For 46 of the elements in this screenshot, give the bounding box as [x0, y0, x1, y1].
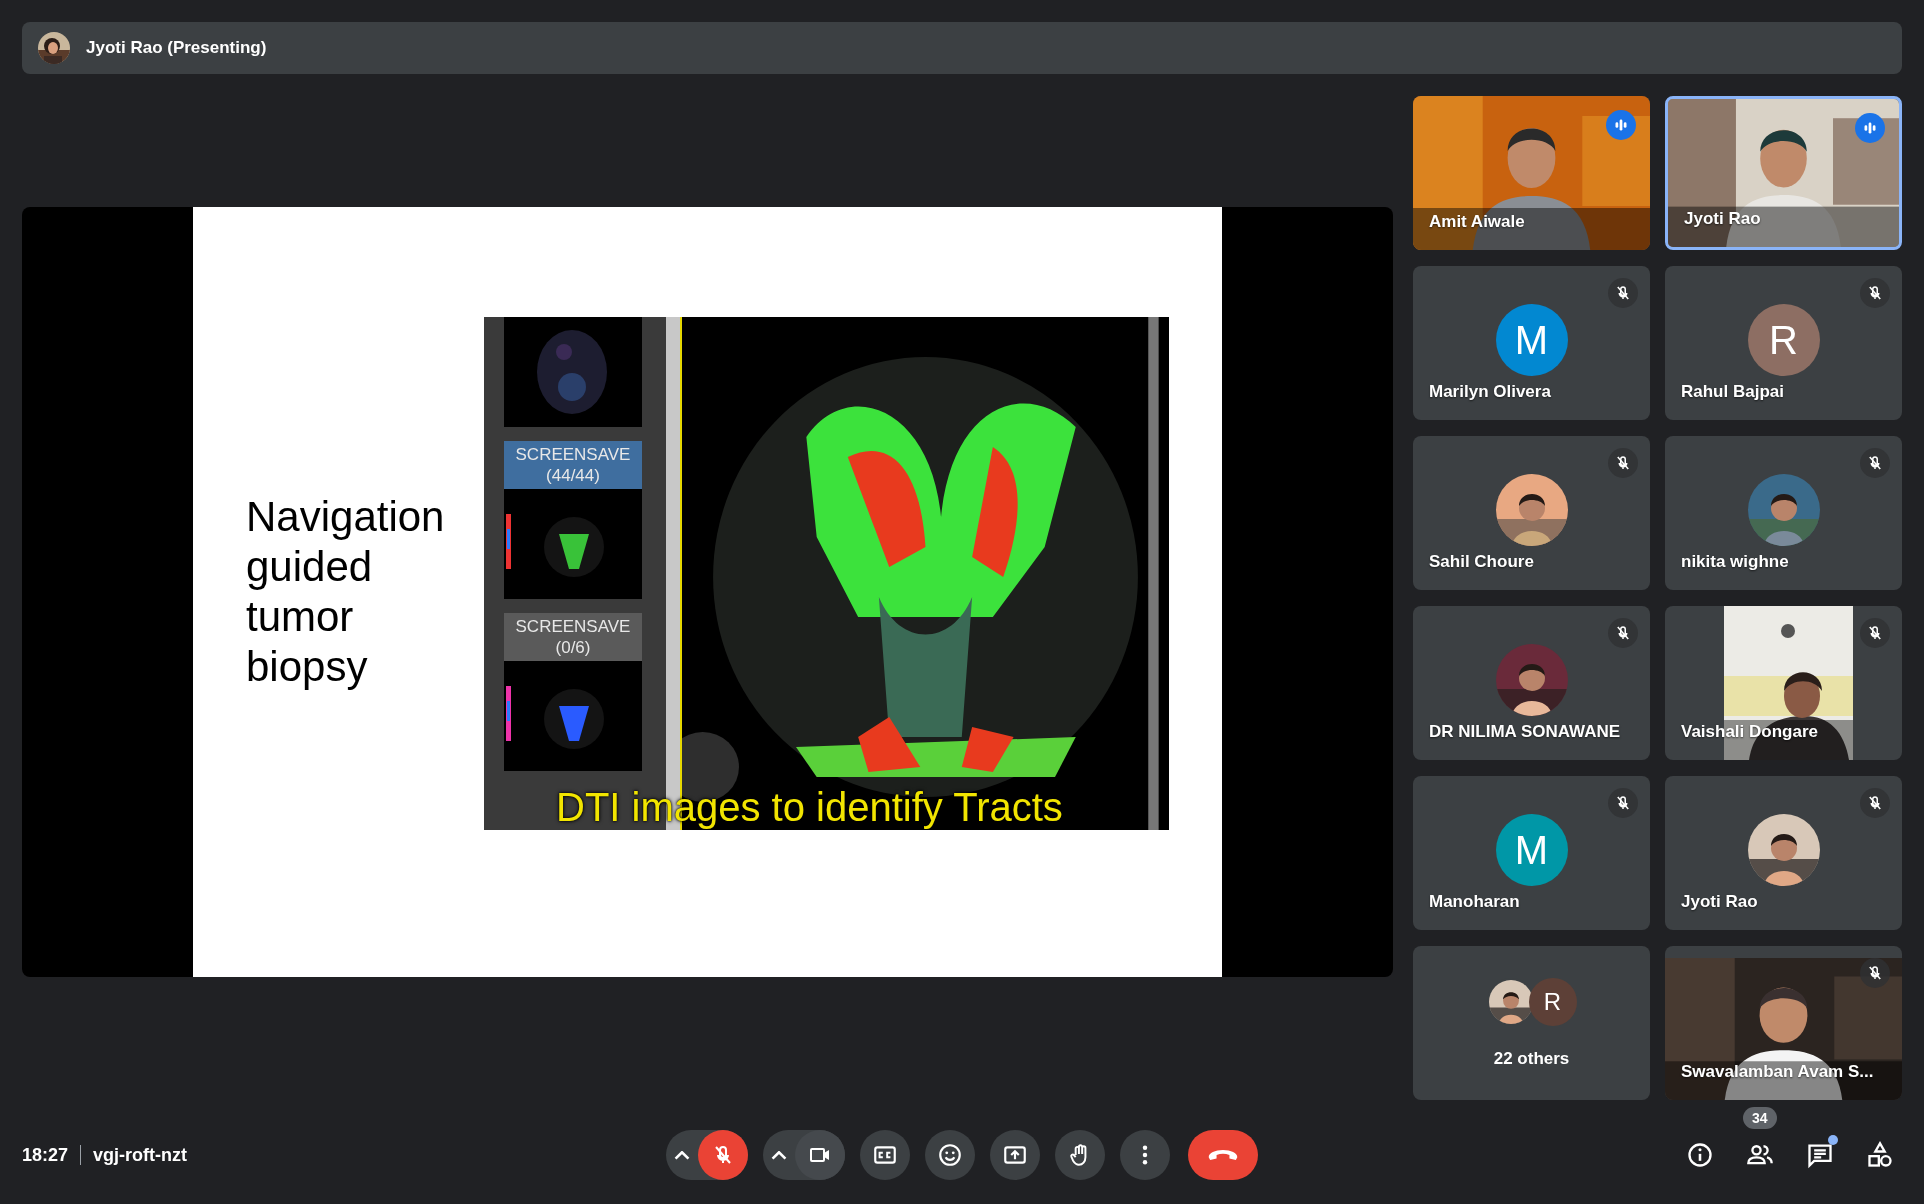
captions-button[interactable] [860, 1130, 910, 1180]
caret-icon [674, 1150, 690, 1160]
mic-off-icon [1866, 624, 1884, 642]
mic-off-icon [1614, 794, 1632, 812]
thumbnail-label[interactable]: SCREENSAVE (44/44) [504, 440, 642, 489]
mic-off-icon [1614, 284, 1632, 302]
participant-name: Manoharan [1429, 890, 1520, 913]
avatar-initial: M [1495, 814, 1568, 886]
smiley-icon [937, 1142, 963, 1168]
info-icon [1686, 1141, 1714, 1169]
reactions-button[interactable] [925, 1130, 975, 1180]
mic-off-icon [1866, 794, 1884, 812]
participant-name: Rahul Bajpai [1681, 380, 1784, 403]
participant-count: 34 [1743, 1107, 1777, 1129]
end-call-button[interactable] [1188, 1130, 1258, 1180]
avatar-initial: R [1747, 304, 1820, 376]
others-count: 22 others [1492, 1048, 1571, 1070]
participant-name: Jyoti Rao [1681, 890, 1758, 913]
participant-name: Vaishali Dongare [1681, 720, 1818, 743]
participant-name: nikita wighne [1681, 550, 1789, 573]
participant-name: DR NILIMA SONAWANE [1429, 720, 1621, 743]
presenter-name: Jyoti Rao (Presenting) [86, 37, 267, 60]
phone-icon [1208, 1149, 1238, 1161]
camera-button[interactable] [795, 1130, 845, 1180]
avatar-initial: R [1528, 978, 1577, 1026]
more-options-button[interactable] [1120, 1130, 1170, 1180]
participant-name: Marilyn Olivera [1429, 380, 1551, 403]
slide-title: Navigation guided tumor biopsy [245, 492, 443, 692]
avatar-initial: M [1495, 304, 1568, 376]
mic-off-icon [1866, 964, 1884, 982]
clock-time: 18:27 [22, 1143, 69, 1167]
raise-hand-button[interactable] [1055, 1130, 1105, 1180]
thumbnail-label[interactable]: SCREENSAVE (0/6) [504, 612, 642, 661]
participant-name: Jyoti Rao [1684, 207, 1761, 230]
participant-name: Amit Aiwale [1429, 210, 1525, 233]
meeting-code: vgj-roft-nzt [93, 1143, 188, 1167]
caret-icon [771, 1150, 787, 1160]
participant-name: Sahil Choure [1429, 550, 1534, 573]
shapes-icon [1866, 1141, 1894, 1169]
mic-off-icon [1614, 454, 1632, 472]
present-button[interactable] [990, 1130, 1040, 1180]
microphone-button[interactable] [698, 1130, 748, 1180]
mic-off-icon [1866, 454, 1884, 472]
more-icon [1142, 1145, 1148, 1165]
mic-off-icon [1614, 624, 1632, 642]
mic-off-icon [1866, 284, 1884, 302]
